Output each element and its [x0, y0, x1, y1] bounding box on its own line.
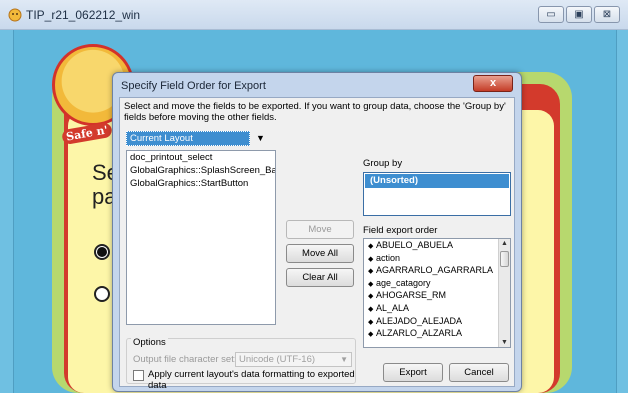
layout-select-value: Current Layout ("admin_screen") — [126, 131, 250, 158]
list-item[interactable]: ◆ ALZARLO_ALZARLA — [364, 327, 510, 340]
list-item[interactable]: GlobalGraphics::StartButton — [127, 177, 275, 190]
close-window-button[interactable]: ⊠ — [594, 6, 620, 23]
minimize-button[interactable]: ▭ — [538, 6, 564, 23]
list-item[interactable]: ◆ AGARRARLO_AGARRARLA — [364, 264, 510, 277]
apply-formatting-label: Apply current layout's data formatting t… — [148, 369, 355, 391]
charset-select-value: Unicode (UTF-16) — [239, 354, 316, 365]
scroll-up-icon[interactable]: ▲ — [501, 240, 508, 247]
list-item[interactable]: ◆ AL_ALA — [364, 302, 510, 315]
options-title: Options — [131, 337, 168, 348]
background-radio[interactable] — [94, 286, 110, 302]
field-list-scrollbar[interactable]: ▲ ▼ — [498, 239, 510, 347]
export-button[interactable]: Export — [383, 363, 443, 382]
list-item[interactable]: ◆ action — [364, 252, 510, 265]
list-item[interactable]: ◆ age_catagory — [364, 277, 510, 290]
list-item[interactable]: doc_printout_select — [127, 151, 275, 164]
dialog-body: Select and move the fields to be exporte… — [119, 97, 515, 391]
move-button[interactable]: Move — [286, 220, 354, 239]
charset-select[interactable]: Unicode (UTF-16) ▼ — [235, 352, 352, 367]
maximize-button[interactable]: ▣ — [566, 6, 592, 23]
chevron-down-icon: ▼ — [340, 355, 348, 364]
options-group: Options Output file character set: Unico… — [126, 337, 356, 391]
close-icon: ⊠ — [602, 9, 612, 20]
app-icon — [8, 8, 22, 22]
field-export-order-list[interactable]: ◆ ABUELO_ABUELA ◆ action ◆ AGARRARLO_AGARRA… — [363, 238, 511, 348]
group-by-label: Group by — [363, 158, 403, 169]
group-by-list[interactable]: (Unsorted) — [363, 172, 511, 216]
available-fields-list[interactable]: doc_printout_select GlobalGraphics::Spla… — [126, 150, 276, 325]
scrollbar-thumb[interactable] — [500, 251, 509, 267]
app-frame-left — [0, 30, 14, 393]
close-icon: x — [489, 77, 497, 89]
dialog-titlebar[interactable]: Specify Field Order for Export x — [113, 73, 521, 97]
maximize-icon: ▣ — [574, 9, 584, 20]
list-item[interactable]: GlobalGraphics::SplashScreen_Back... — [127, 164, 275, 177]
instructions-text: Select and move the fields to be exporte… — [124, 101, 506, 123]
list-item[interactable]: ◆ ABUELO_ABUELA — [364, 239, 510, 252]
app-frame-right — [616, 30, 628, 393]
dialog-close-button[interactable]: x — [473, 75, 513, 92]
group-by-item-selected[interactable]: (Unsorted) — [365, 174, 509, 188]
app-title: TIP_r21_062212_win — [26, 8, 141, 22]
clear-all-button[interactable]: Clear All — [286, 268, 354, 287]
cancel-button[interactable]: Cancel — [449, 363, 509, 382]
charset-label: Output file character set: — [133, 354, 237, 365]
dialog-title: Specify Field Order for Export — [121, 80, 266, 92]
background-radio-selected[interactable] — [94, 244, 110, 260]
scroll-down-icon[interactable]: ▼ — [501, 339, 508, 346]
chevron-down-icon: ▼ — [256, 133, 265, 143]
list-item[interactable]: ◆ ALEJADO_ALEJADA — [364, 315, 510, 328]
export-dialog: Specify Field Order for Export x Select … — [112, 72, 522, 392]
list-item[interactable]: ◆ AHOGARSE_RM — [364, 289, 510, 302]
field-export-order-label: Field export order — [363, 225, 438, 236]
move-all-button[interactable]: Move All — [286, 244, 354, 263]
layout-select[interactable]: Current Layout ("admin_screen") ▼ — [126, 131, 266, 158]
apply-formatting-checkbox[interactable] — [133, 370, 144, 381]
minimize-icon: ▭ — [546, 9, 556, 20]
app-titlebar: TIP_r21_062212_win ▭ ▣ ⊠ — [0, 0, 628, 30]
drag-handle-icon[interactable]: ◆ — [368, 329, 376, 342]
